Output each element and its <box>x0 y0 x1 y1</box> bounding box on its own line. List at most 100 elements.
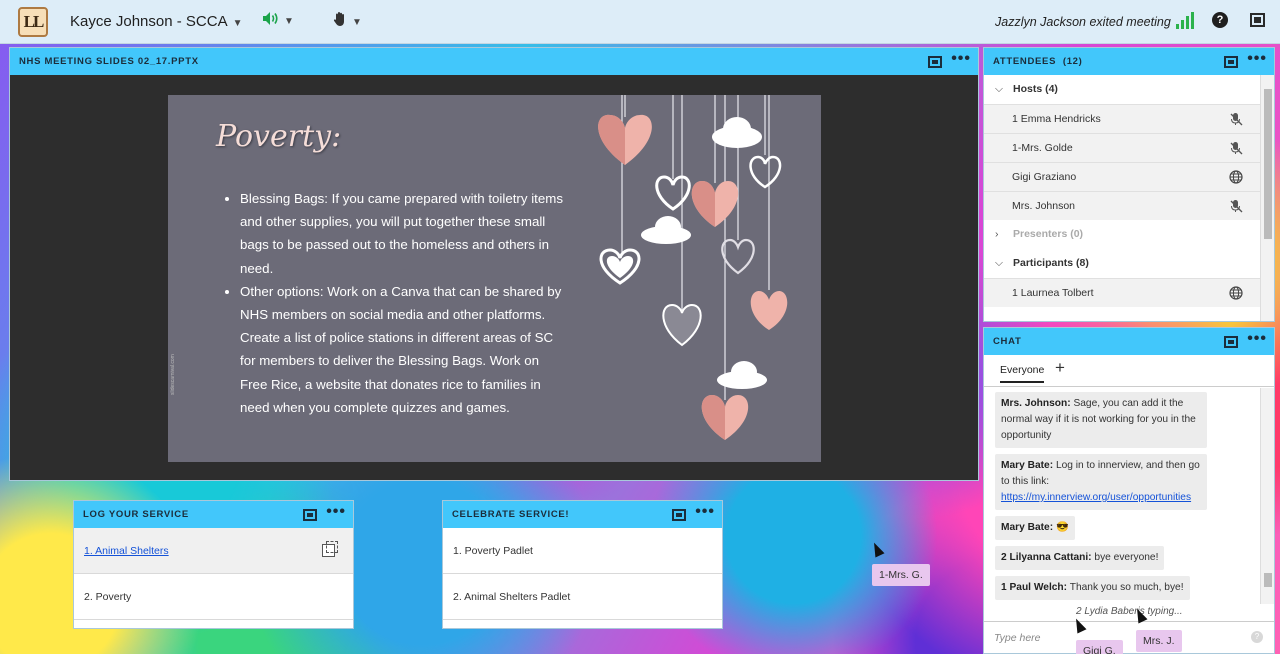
chevron-down-icon: ▼ <box>284 16 294 27</box>
attendee-row[interactable]: Mrs. Johnson <box>984 191 1262 220</box>
cursor-tag: Mrs. J. <box>1136 630 1182 652</box>
message-sender: Mary Bate: <box>1001 522 1054 533</box>
maximize-icon[interactable] <box>1224 55 1239 68</box>
globe-icon <box>1229 286 1243 300</box>
attendee-row[interactable]: 1-Mrs. Golde <box>984 133 1262 162</box>
connection-strength-icon[interactable] <box>1176 12 1194 29</box>
slide-bullets: Blessing Bags: If you came prepared with… <box>222 187 567 419</box>
chevron-down-icon: ⌵ <box>995 257 1003 269</box>
chevron-down-icon: ⌵ <box>995 83 1003 95</box>
attendee-row[interactable]: Gigi Graziano <box>984 162 1262 191</box>
chat-message: Mary Bate: 😎 <box>995 516 1075 540</box>
participants-group-toggle[interactable]: ⌵ Participants (8) <box>984 249 1262 278</box>
participants-group-label: Participants (8) <box>1013 257 1089 269</box>
attendees-pod: ATTENDEES (12) ••• ⌵ Hosts (4) 1 Emma Hen… <box>983 47 1275 322</box>
speaker-menu[interactable]: ▼ <box>262 11 294 31</box>
attendee-row[interactable]: 1 Emma Hendricks <box>984 104 1262 133</box>
list-item[interactable]: 2. Animal Shelters Padlet <box>443 574 722 620</box>
message-text: Thank you so much, bye! <box>1069 582 1184 593</box>
list-item-label: 2. Animal Shelters Padlet <box>453 591 571 603</box>
message-link[interactable]: https://my.innerview.org/user/opportunit… <box>1001 492 1191 503</box>
cursor-tag: 1-Mrs. G. <box>872 564 930 586</box>
attendee-row[interactable]: 1 Laurnea Tolbert <box>984 278 1262 307</box>
message-sender: 2 Lilyanna Cattani: <box>1001 552 1092 563</box>
attendees-count: (12) <box>1062 56 1083 67</box>
chevron-down-icon: ▼ <box>232 18 243 29</box>
attendee-name: Gigi Graziano <box>1012 171 1077 183</box>
chevron-right-icon: › <box>995 228 999 240</box>
chat-input-placeholder: Type here <box>994 632 1041 644</box>
slide: Poverty: Blessing Bags: If you came prep… <box>168 95 821 462</box>
cursor-icon <box>869 540 885 558</box>
more-options-icon[interactable]: ••• <box>1247 330 1267 350</box>
top-bar: LL Kayce Johnson - SCCA ▼ ▼ ▼ Jazzlyn Jac… <box>0 0 1280 44</box>
attendees-scrollbar[interactable] <box>1260 75 1274 321</box>
maximize-icon[interactable] <box>303 508 318 521</box>
mic-muted-icon <box>1230 200 1243 213</box>
maximize-icon[interactable] <box>1224 335 1239 348</box>
chat-message: 2 Lilyanna Cattani: bye everyone! <box>995 546 1165 570</box>
globe-icon <box>1229 170 1243 184</box>
celebrate-service-header: CELEBRATE SERVICE! ••• <box>443 501 722 528</box>
copy-link-icon[interactable] <box>322 541 338 557</box>
attendee-name: 1-Mrs. Golde <box>1012 142 1073 154</box>
typing-indicator: 2 Lydia Baberis typing... <box>1076 606 1183 617</box>
maximize-icon[interactable] <box>928 55 943 68</box>
help-icon[interactable]: ? <box>1212 12 1228 28</box>
message-sender: Mary Bate: <box>1001 460 1054 471</box>
attendee-name: Mrs. Johnson <box>1012 200 1076 212</box>
info-icon[interactable]: ? <box>1251 631 1263 643</box>
list-item-link[interactable]: 1. Animal Shelters <box>84 545 169 557</box>
attendee-name: 1 Emma Hendricks <box>1012 113 1101 125</box>
add-chat-tab-button[interactable]: + <box>1055 358 1065 378</box>
more-options-icon[interactable]: ••• <box>1247 50 1267 70</box>
chevron-down-icon: ▼ <box>352 17 362 28</box>
account-name: Kayce Johnson - SCCA <box>70 13 228 30</box>
chat-message: 1 Paul Welch: Thank you so much, bye! <box>995 576 1190 600</box>
chat-tabs: Everyone + <box>984 355 1274 387</box>
slide-heading: Poverty: <box>216 119 342 154</box>
fullscreen-icon[interactable] <box>1250 13 1265 27</box>
tab-everyone[interactable]: Everyone <box>1000 364 1045 383</box>
log-service-title: LOG YOUR SERVICE <box>83 509 189 520</box>
chat-message: Mary Bate: Log in to innerview, and then… <box>995 454 1207 510</box>
slide-bullet: Other options: Work on a Canva that can … <box>240 280 567 419</box>
chat-title: CHAT <box>993 336 1022 347</box>
share-stage: Poverty: Blessing Bags: If you came prep… <box>10 75 978 480</box>
hosts-group-toggle[interactable]: ⌵ Hosts (4) <box>984 75 1262 104</box>
hosts-group-label: Hosts (4) <box>1013 83 1058 95</box>
hanging-hearts-decoration <box>598 95 788 440</box>
share-pod-title: NHS MEETING SLIDES 02_17.PPTX <box>19 56 199 67</box>
message-sender: Mrs. Johnson: <box>1001 398 1071 409</box>
cursor-tag: Gigi G. <box>1076 640 1123 654</box>
list-item[interactable]: 1. Poverty Padlet <box>443 528 722 574</box>
status-message: Jazzlyn Jackson exited meeting <box>995 15 1171 29</box>
chat-message: Mrs. Johnson: Sage, you can add it the n… <box>995 392 1207 448</box>
celebrate-service-title: CELEBRATE SERVICE! <box>452 509 570 520</box>
raise-hand-menu[interactable]: ▼ <box>333 11 362 32</box>
attendees-header: ATTENDEES (12) ••• <box>984 48 1274 75</box>
attendees-title: ATTENDEES <box>993 56 1057 67</box>
chat-scrollbar[interactable] <box>1260 388 1274 604</box>
celebrate-service-pod: CELEBRATE SERVICE! ••• 1. Poverty Padlet… <box>442 500 723 629</box>
sunglasses-emoji-icon: 😎 <box>1055 522 1069 533</box>
speaker-icon <box>263 12 278 25</box>
mic-muted-icon <box>1230 113 1243 126</box>
account-menu[interactable]: Kayce Johnson - SCCA ▼ <box>70 13 242 30</box>
list-item[interactable]: 2. Poverty <box>74 574 353 620</box>
app-logo: LL <box>18 7 48 37</box>
presenters-group-toggle[interactable]: › Presenters (0) <box>984 220 1262 249</box>
more-options-icon[interactable]: ••• <box>951 50 971 70</box>
more-options-icon[interactable]: ••• <box>695 503 715 523</box>
log-service-pod: LOG YOUR SERVICE ••• 1. Animal Shelters … <box>73 500 354 629</box>
log-service-header: LOG YOUR SERVICE ••• <box>74 501 353 528</box>
more-options-icon[interactable]: ••• <box>326 503 346 523</box>
list-item[interactable]: 1. Animal Shelters <box>74 528 353 574</box>
maximize-icon[interactable] <box>672 508 687 521</box>
slide-credit: slidescarnival.com <box>170 354 176 395</box>
chat-input[interactable]: Type here? <box>984 621 1274 653</box>
raise-hand-icon <box>333 12 344 26</box>
list-item-label: 1. Poverty Padlet <box>453 545 533 557</box>
list-item-label: 2. Poverty <box>84 591 132 603</box>
chat-header: CHAT ••• <box>984 328 1274 355</box>
